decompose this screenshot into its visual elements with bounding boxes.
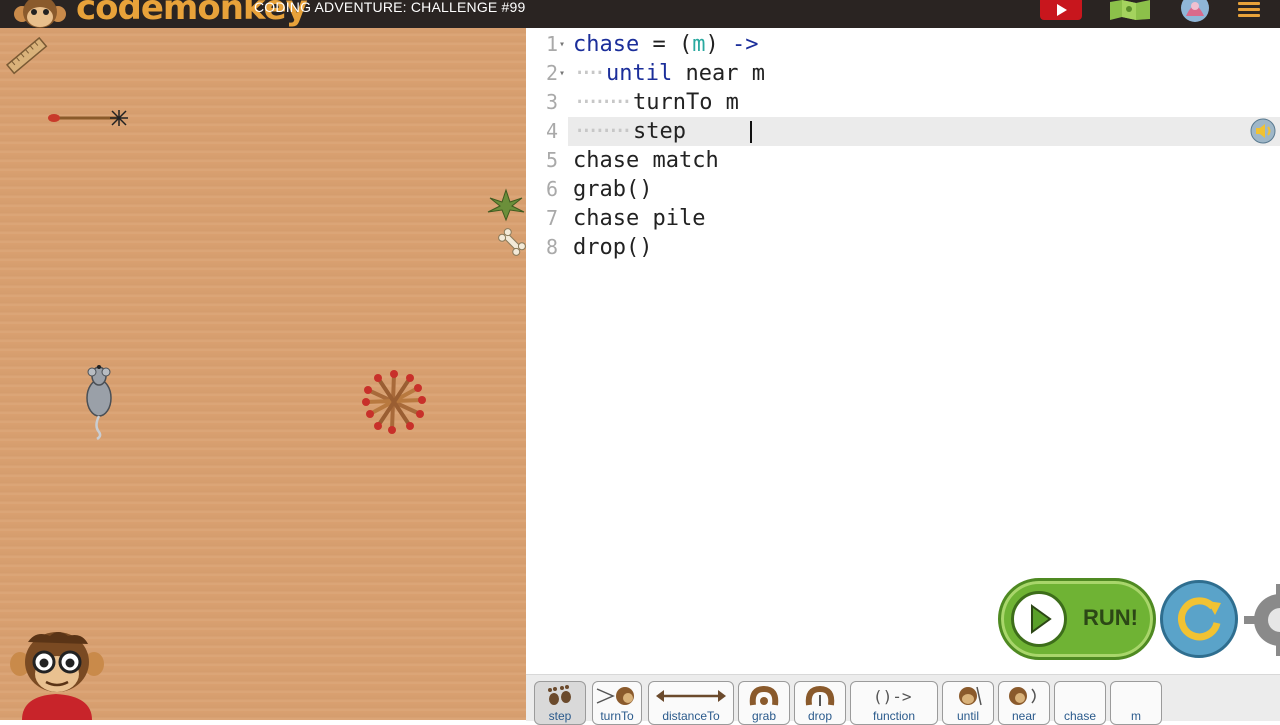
code-line[interactable]: 4 ········ step [526, 117, 1280, 146]
tool-label: step [548, 709, 572, 723]
fold-arrow-icon[interactable]: ▾ [559, 30, 565, 59]
tool-label: drop [807, 709, 833, 723]
reset-icon [1178, 597, 1221, 641]
line-number: 6 [545, 177, 558, 201]
line-number: 2 [545, 61, 558, 85]
reset-button[interactable] [1160, 580, 1238, 658]
code-line[interactable]: 8 drop() [526, 233, 1280, 262]
hamburger-menu-icon[interactable] [1238, 2, 1260, 18]
map-icon[interactable] [1108, 0, 1152, 20]
bush-icon [487, 188, 525, 222]
speaker-icon[interactable] [1250, 118, 1276, 144]
top-bar: codemonkey CODING ADVENTURE: CHALLENGE #… [0, 0, 1280, 28]
code-token: turnTo m [632, 90, 739, 115]
svg-text:()->: ()-> [873, 687, 912, 706]
run-label: RUN! [1083, 605, 1138, 630]
tool-label: function [872, 709, 916, 723]
indent-guide: ···· [573, 61, 606, 86]
play-video-icon [1057, 4, 1067, 16]
code-text: chase pile [573, 204, 705, 233]
code-text: ········ turnTo m [573, 88, 739, 117]
code-line[interactable]: 7 chase pile [526, 204, 1280, 233]
code-token: = ( [639, 32, 693, 57]
tool-turnto-button[interactable]: turnTo [592, 681, 642, 725]
monkey-guide-icon [10, 632, 104, 720]
code-token: chase pile [573, 206, 706, 231]
indent-guide: ········ [573, 90, 633, 115]
code-editor[interactable]: 1 ▾ chase = (m) -> 2 ▾ ···· until near m 3 ·····… [526, 28, 1280, 674]
command-toolbar: step turnTo distanceTo grab drop ()-> function… [526, 674, 1280, 725]
code-line[interactable]: 3 ········ turnTo m [526, 88, 1280, 117]
run-button[interactable]: RUN! [998, 578, 1156, 660]
user-avatar-icon[interactable] [1178, 0, 1212, 22]
tool-label: grab [751, 709, 777, 723]
monkey-logo-icon [14, 0, 66, 28]
code-line[interactable]: 1 ▾ chase = (m) -> [526, 30, 1280, 59]
tool-distanceto-button[interactable]: distanceTo [648, 681, 734, 725]
tool-near-button[interactable]: near [998, 681, 1050, 725]
line-number: 4 [545, 119, 558, 143]
code-line[interactable]: 5 chase match [526, 146, 1280, 175]
play-icon [1011, 591, 1067, 647]
line-number: 1 [545, 32, 558, 56]
code-text: ···· until near m [573, 59, 765, 88]
code-token: drop() [573, 235, 653, 260]
tool-label: distanceTo [662, 709, 720, 723]
code-token: near m [672, 61, 765, 86]
bone-icon [498, 228, 526, 256]
code-text: chase = (m) -> [573, 30, 758, 59]
tool-function-button[interactable]: ()-> function [850, 681, 938, 725]
tool-label: chase [1063, 709, 1097, 723]
line-number: 8 [545, 235, 558, 259]
tool-label: turnTo [600, 709, 634, 723]
code-text: drop() [573, 233, 652, 262]
tool-label: m [1131, 709, 1141, 723]
code-token: m [692, 32, 706, 57]
indent-guide: ········ [573, 119, 633, 144]
code-token: until [605, 61, 673, 86]
challenge-title: CODING ADVENTURE: CHALLENGE #99 [254, 0, 526, 15]
code-line[interactable]: 2 ▾ ···· until near m [526, 59, 1280, 88]
fold-arrow-icon[interactable]: ▾ [559, 59, 565, 88]
tool-m-button[interactable]: m [1110, 681, 1162, 725]
tool-drop-button[interactable]: drop [794, 681, 846, 725]
match-pile-icon [362, 370, 426, 434]
tool-label: until [956, 709, 979, 723]
code-token: ) [705, 32, 732, 57]
gear-icon[interactable] [1244, 584, 1280, 656]
tool-chase-button[interactable]: chase [1054, 681, 1106, 725]
tool-grab-button[interactable]: grab [738, 681, 790, 725]
code-text: ········ step [573, 117, 699, 146]
tool-step-button[interactable]: step [534, 681, 586, 725]
code-line[interactable]: 6 grab() [526, 175, 1280, 204]
rat-character-icon [86, 365, 112, 441]
line-number: 3 [545, 90, 558, 114]
video-button[interactable] [1040, 0, 1082, 20]
code-token: grab() [573, 177, 653, 202]
tool-until-button[interactable]: until [942, 681, 994, 725]
code-token: -> [731, 32, 759, 57]
text-cursor [750, 121, 752, 143]
match-icon [48, 110, 128, 126]
code-token: chase match [573, 148, 719, 173]
code-token: chase [573, 32, 640, 57]
code-token: step [632, 119, 700, 144]
code-text: chase match [573, 146, 719, 175]
line-number: 5 [545, 148, 558, 172]
game-stage [0, 28, 526, 720]
line-number: 7 [545, 206, 558, 230]
tool-label: near [1011, 709, 1037, 723]
code-text: grab() [573, 175, 652, 204]
ruler-icon[interactable] [4, 36, 50, 76]
